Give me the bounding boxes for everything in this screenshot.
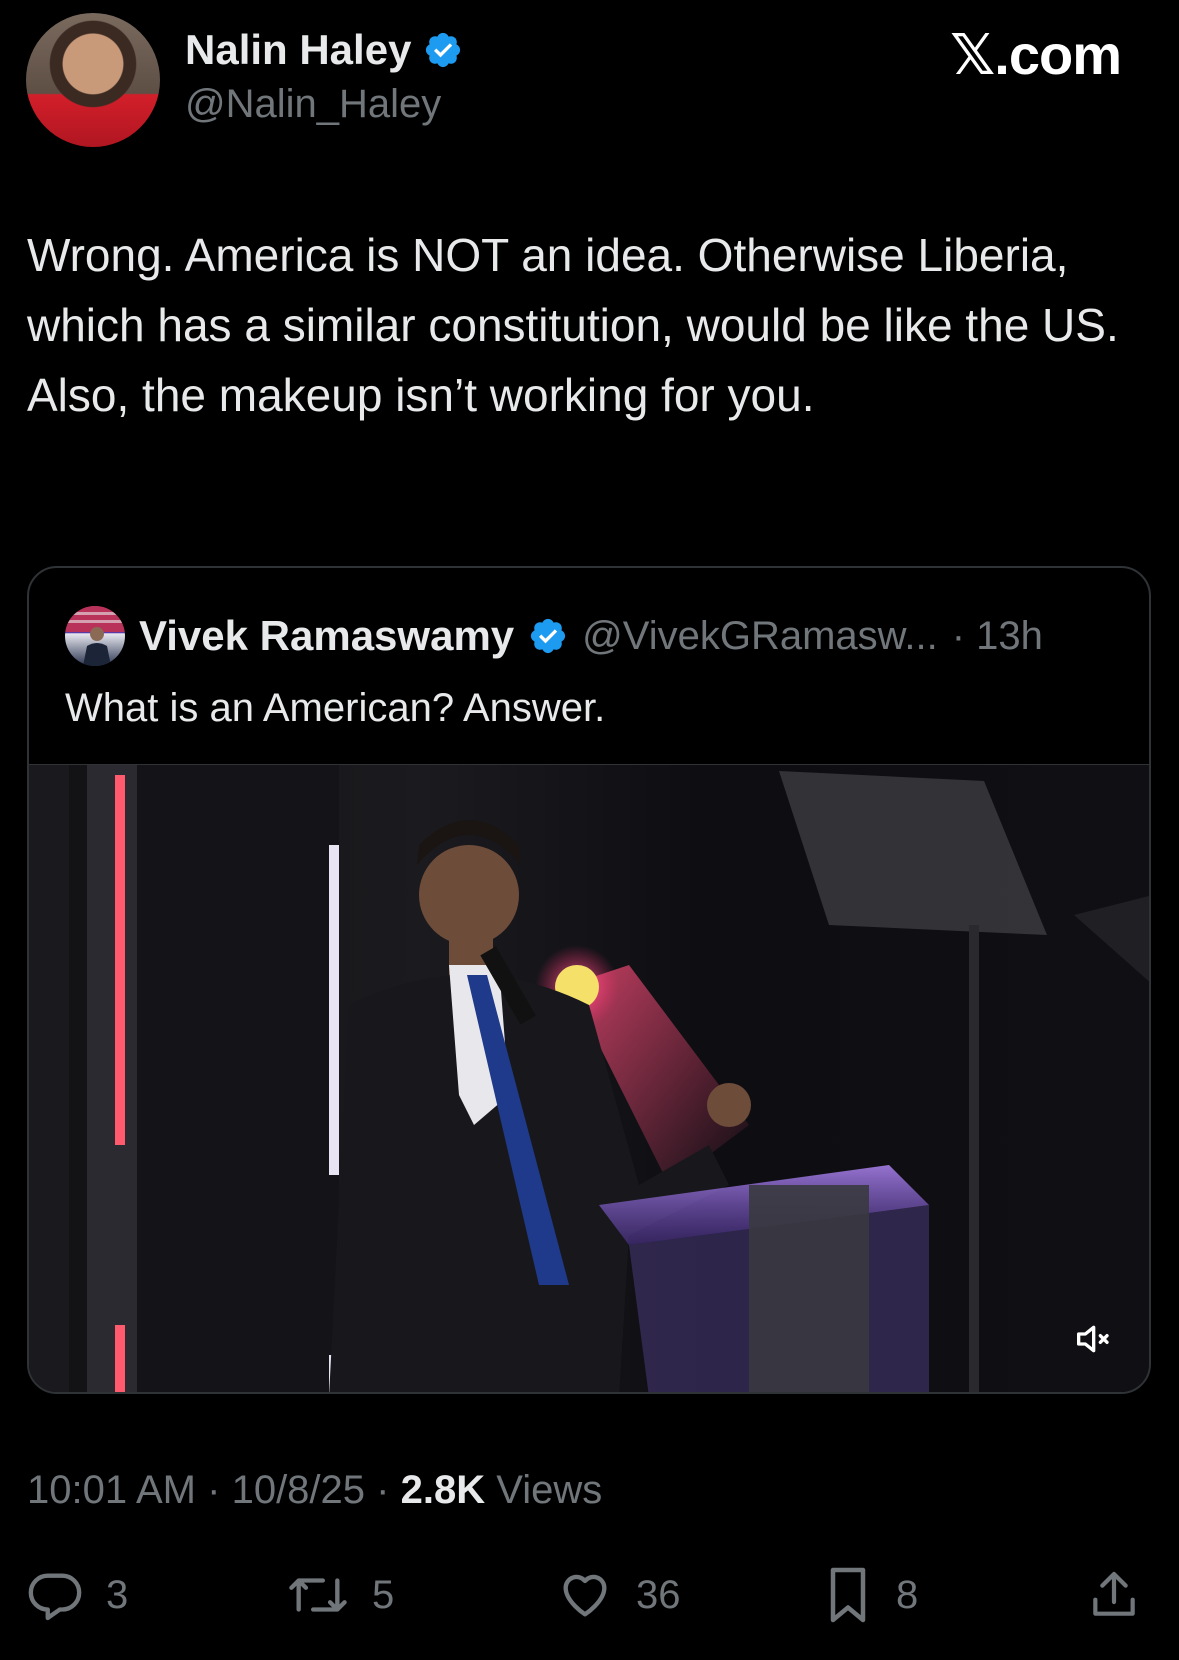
bookmark-count: 8 <box>896 1572 919 1617</box>
meta-separator: · <box>207 1468 232 1512</box>
heart-icon <box>563 1574 607 1617</box>
quoted-author-handle[interactable]: @VivekGRamasw... <box>582 614 938 659</box>
quoted-tweet-header: Vivek Ramaswamy @VivekGRamasw... · 13h <box>65 606 1043 666</box>
verified-badge-icon <box>423 30 463 70</box>
speaker-muted-icon <box>1077 1325 1109 1353</box>
share-button[interactable] <box>1086 1560 1142 1630</box>
like-button[interactable]: 36 <box>556 1560 681 1630</box>
tweet-date[interactable]: 10/8/25 <box>232 1468 365 1512</box>
share-icon <box>1093 1571 1135 1616</box>
repost-icon <box>289 1578 347 1612</box>
repost-button[interactable]: 5 <box>286 1560 394 1630</box>
bookmark-button[interactable]: 8 <box>822 1560 918 1630</box>
bookmark-icon <box>830 1567 866 1623</box>
reply-count: 3 <box>106 1572 129 1617</box>
repost-count: 5 <box>372 1572 395 1617</box>
author-avatar[interactable] <box>26 13 160 147</box>
quoted-tweet-time[interactable]: · 13h <box>952 614 1043 659</box>
tweet-text: Wrong. America is NOT an idea. Otherwise… <box>27 229 1119 421</box>
x-logo: 𝕏.com <box>950 23 1122 86</box>
quoted-tweet-text: What is an American? Answer. <box>65 686 606 730</box>
like-count: 36 <box>636 1572 681 1617</box>
action-bar: 3 5 36 8 <box>0 1560 1179 1630</box>
video-frame-illustration <box>29 765 1149 1392</box>
author-name[interactable]: Nalin Haley <box>185 26 411 74</box>
tweet-page: Nalin Haley @Nalin_Haley 𝕏.com Wrong. Am… <box>0 0 1179 1660</box>
author-handle[interactable]: @Nalin_Haley <box>185 82 441 127</box>
views-count: 2.8K <box>400 1468 486 1512</box>
reply-icon <box>28 1573 82 1621</box>
tweet-time[interactable]: 10:01 AM <box>27 1468 196 1512</box>
quoted-verified-badge-icon <box>528 616 568 656</box>
mute-toggle-button[interactable] <box>1067 1314 1117 1364</box>
meta-separator: · <box>376 1468 401 1512</box>
quoted-video[interactable] <box>29 764 1149 1392</box>
quoted-tweet-card[interactable]: Vivek Ramaswamy @VivekGRamasw... · 13h W… <box>27 566 1151 1394</box>
tweet-meta: 10:01 AM · 10/8/25 · 2.8K Views <box>27 1468 602 1513</box>
quoted-author-name[interactable]: Vivek Ramaswamy <box>139 612 514 660</box>
quoted-author-avatar[interactable] <box>65 606 125 666</box>
views-label: Views <box>496 1468 603 1512</box>
author-name-row[interactable]: Nalin Haley <box>185 26 463 74</box>
reply-button[interactable]: 3 <box>26 1560 128 1630</box>
